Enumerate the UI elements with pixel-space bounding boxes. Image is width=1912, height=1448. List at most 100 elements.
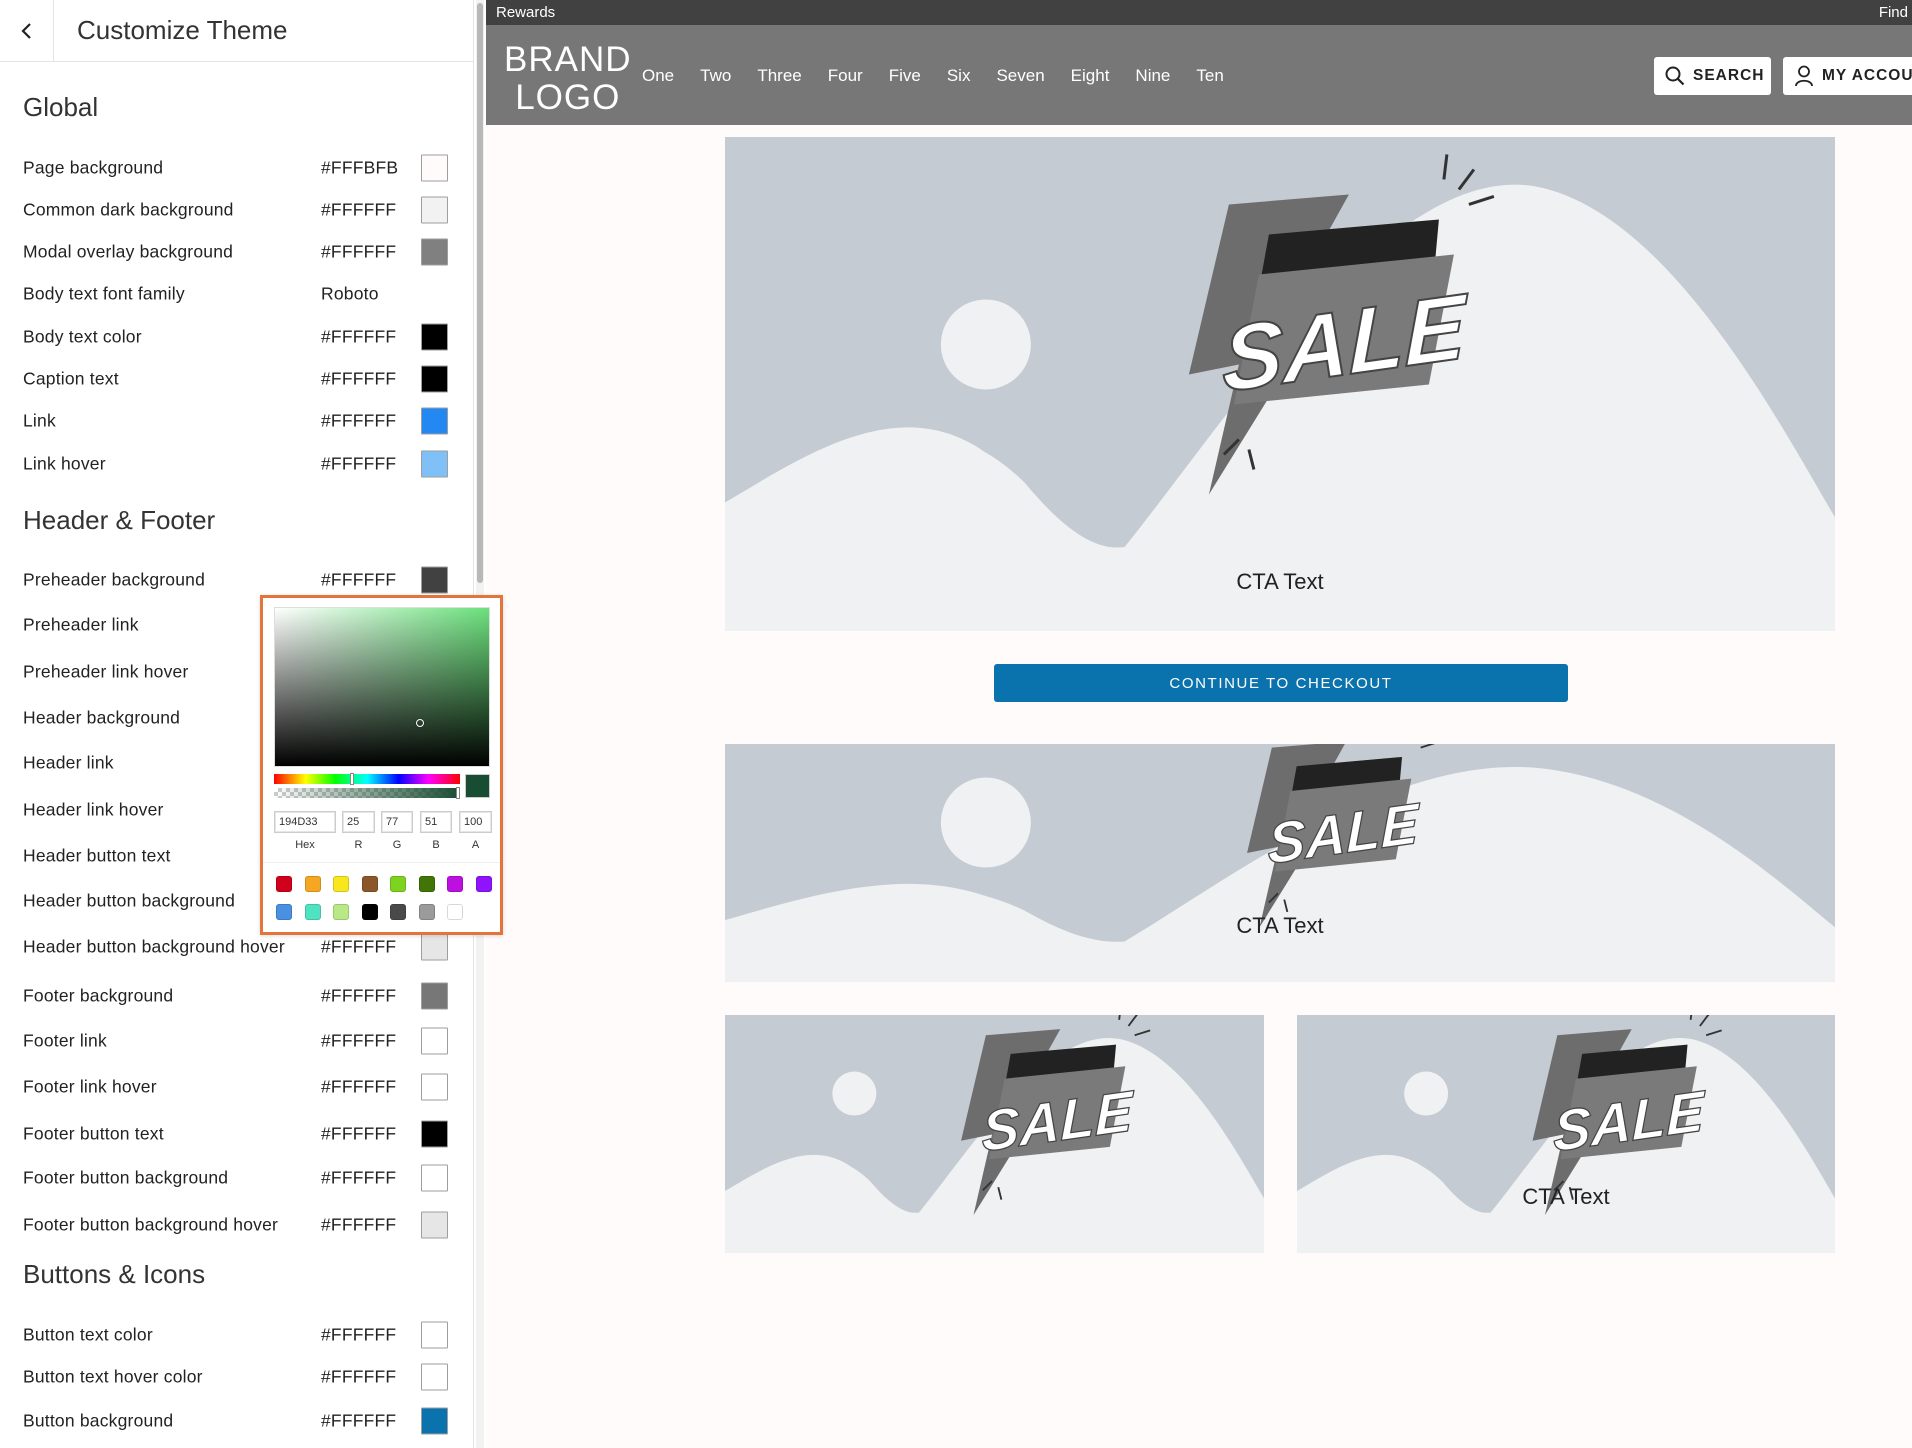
back-button[interactable] [0,0,54,62]
brand-logo[interactable]: BRAND LOGO [504,41,632,117]
preset-swatch[interactable] [276,876,292,892]
user-icon [1795,65,1813,87]
preset-swatch[interactable] [304,876,321,892]
cta-text[interactable]: CTA Text [1522,1184,1609,1210]
preset-swatch[interactable] [418,904,435,920]
setting-value[interactable]: #FFFFFF [321,369,396,390]
color-swatch-page-background[interactable] [421,154,448,182]
cta-text[interactable]: CTA Text [1236,569,1323,595]
preset-swatch[interactable] [447,904,463,920]
nav-link-six[interactable]: Six [947,66,971,86]
continue-to-checkout-button[interactable]: CONTINUE TO CHECKOUT [994,664,1568,702]
my-account-button[interactable]: MY ACCOUNT [1783,57,1912,95]
preset-swatch[interactable] [361,876,378,892]
color-swatch-modal-overlay-background[interactable] [421,238,448,266]
color-swatch-common-dark-background[interactable] [421,196,448,224]
color-swatch-footer-background[interactable] [421,982,448,1010]
setting-label: Footer button text [23,1123,164,1144]
color-swatch-button-text-hover-color[interactable] [421,1363,448,1391]
setting-value[interactable]: #FFFFFF [321,1325,396,1346]
color-swatch-footer-link-hover[interactable] [421,1073,448,1101]
preset-swatch[interactable] [390,876,406,892]
setting-label: Footer button background [23,1167,229,1188]
hue-slider[interactable] [274,773,460,785]
nav-link-one[interactable]: One [642,66,674,86]
nav-link-four[interactable]: Four [828,66,863,86]
preset-divider [263,862,500,863]
alpha-slider[interactable] [274,787,460,799]
setting-row-modal-overlay-background: Modal overlay background #FFFFFF [0,231,473,273]
color-swatch-body-text-color[interactable] [421,323,448,351]
preset-swatch[interactable] [333,904,349,920]
setting-value[interactable]: #FFFFFF [321,1031,396,1052]
setting-value[interactable]: #FFFFFF [321,411,396,432]
promo-banner-1[interactable]: SALE CTA Text [725,137,1835,631]
setting-value[interactable]: #FFFFFF [321,1168,396,1189]
setting-label: Footer background [23,985,174,1006]
setting-value[interactable]: #FFFFFF [321,1411,396,1432]
nav-link-ten[interactable]: Ten [1196,66,1223,86]
setting-label: Link [23,410,56,431]
color-swatch-footer-button-background[interactable] [421,1164,448,1192]
setting-value[interactable]: #FFFBFB [321,158,398,179]
setting-value[interactable]: #FFFFFF [321,570,396,591]
color-swatch-footer-button-text[interactable] [421,1120,448,1148]
color-swatch-preheader-background[interactable] [421,566,448,594]
color-swatch-caption-text[interactable] [421,365,448,393]
cta-text[interactable]: CTA Text [1236,913,1323,939]
preheader-link-rewards[interactable]: Rewards [496,4,555,21]
section-title-global: Global [23,92,99,122]
setting-value[interactable]: #FFFFFF [321,937,396,958]
scrollbar-thumb[interactable] [477,3,483,583]
setting-value[interactable]: #FFFFFF [321,1215,396,1236]
red-input[interactable] [342,811,375,833]
nav-link-eight[interactable]: Eight [1071,66,1110,86]
nav-link-two[interactable]: Two [700,66,731,86]
blue-input[interactable] [420,811,452,833]
setting-value[interactable]: #FFFFFF [321,242,396,263]
setting-value[interactable]: #FFFFFF [321,1367,396,1388]
promo-banner-4[interactable]: SALE CTA Text [1297,1015,1835,1253]
nav-link-nine[interactable]: Nine [1135,66,1170,86]
setting-label: Header link hover [23,799,164,820]
nav-link-five[interactable]: Five [889,66,921,86]
preset-swatch[interactable] [333,876,349,892]
preset-swatch[interactable] [447,876,463,892]
search-button[interactable]: SEARCH [1654,57,1771,95]
hue-handle[interactable] [350,773,354,785]
preset-swatch[interactable] [304,904,321,920]
color-swatch-button-text-color[interactable] [421,1321,448,1349]
preset-swatch[interactable] [276,904,292,920]
hex-input[interactable] [274,811,336,833]
alpha-input[interactable] [459,811,492,833]
setting-value[interactable]: Roboto [321,284,379,305]
setting-value[interactable]: #FFFFFF [321,1124,396,1145]
nav-link-three[interactable]: Three [757,66,801,86]
promo-banner-3[interactable]: SALE [725,1015,1264,1253]
setting-value[interactable]: #FFFFFF [321,200,396,221]
setting-value[interactable]: #FFFFFF [321,454,396,475]
setting-value[interactable]: #FFFFFF [321,1077,396,1098]
theme-preview: Rewards Find BRAND LOGO One Two Three Four F… [486,0,1912,1448]
setting-label: Caption text [23,368,119,389]
color-swatch-header-button-background-hover[interactable] [421,933,448,961]
green-input[interactable] [381,811,413,833]
alpha-handle[interactable] [456,787,460,799]
color-swatch-button-background[interactable] [421,1407,448,1435]
preheader-link-find[interactable]: Find [1879,4,1908,21]
current-color-preview [465,774,490,798]
color-swatch-link[interactable] [421,407,448,435]
promo-banner-2[interactable]: SALE CTA Text [725,744,1835,982]
color-swatch-footer-link[interactable] [421,1027,448,1055]
preset-swatch[interactable] [418,876,435,892]
setting-value[interactable]: #FFFFFF [321,986,396,1007]
preset-swatch[interactable] [390,904,406,920]
nav-link-seven[interactable]: Seven [996,66,1044,86]
saturation-handle[interactable] [416,719,424,727]
color-swatch-link-hover[interactable] [421,450,448,478]
saturation-picker[interactable] [274,607,490,767]
preset-swatch[interactable] [361,904,378,920]
preset-swatch[interactable] [475,876,492,892]
color-swatch-footer-button-background-hover[interactable] [421,1211,448,1239]
setting-value[interactable]: #FFFFFF [321,327,396,348]
